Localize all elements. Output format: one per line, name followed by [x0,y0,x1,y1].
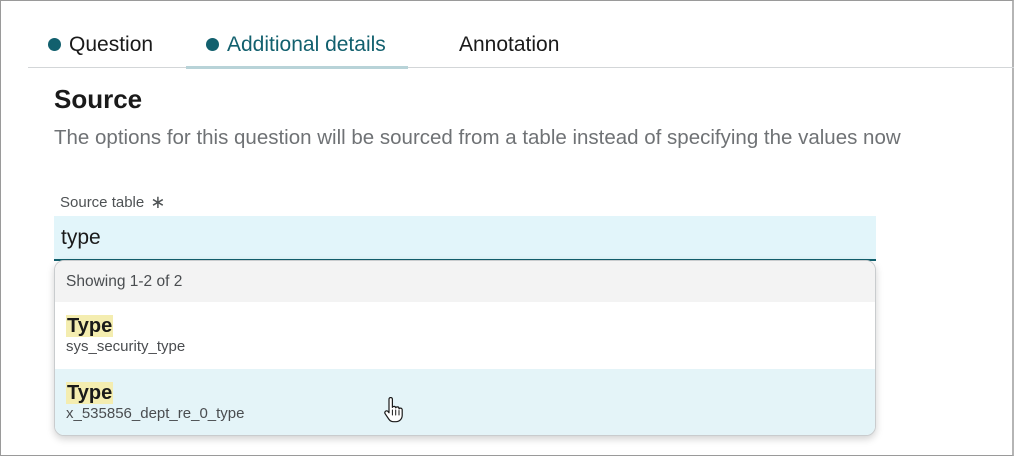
source-table-label: Source table ∗ [60,193,165,211]
option-title: Type [66,315,114,337]
dropdown-option-sys-security-type[interactable]: Type sys_security_type [55,302,875,369]
match-highlight: Type [66,315,114,337]
source-table-input[interactable] [54,216,876,261]
hand-pointer-icon [384,397,403,423]
tab-additional-details[interactable]: Additional details [186,22,408,69]
results-count: Showing 1-2 of 2 [55,261,875,302]
tab-label: Additional details [227,32,386,56]
option-title: Type [66,382,114,404]
section-description: The options for this question will be so… [54,126,901,149]
tab-question[interactable]: Question [48,22,153,67]
autocomplete-dropdown: Showing 1-2 of 2 Type sys_security_type … [54,260,876,436]
match-highlight: Type [66,382,114,404]
status-dot-icon [48,38,61,51]
option-table-name: sys_security_type [66,338,186,355]
tab-bar: Question Additional details Annotation [28,22,1014,69]
tab-annotation[interactable]: Annotation [459,22,559,67]
field-label-text: Source table [60,193,145,211]
section-title: Source [54,84,143,114]
tab-label: Question [69,32,154,56]
required-asterisk-icon: ∗ [150,192,166,212]
status-dot-icon [206,38,219,51]
dropdown-option-dept-type[interactable]: Type x_535856_dept_re_0_type [55,369,875,435]
option-table-name: x_535856_dept_re_0_type [66,405,245,422]
tab-label: Annotation [459,32,560,56]
